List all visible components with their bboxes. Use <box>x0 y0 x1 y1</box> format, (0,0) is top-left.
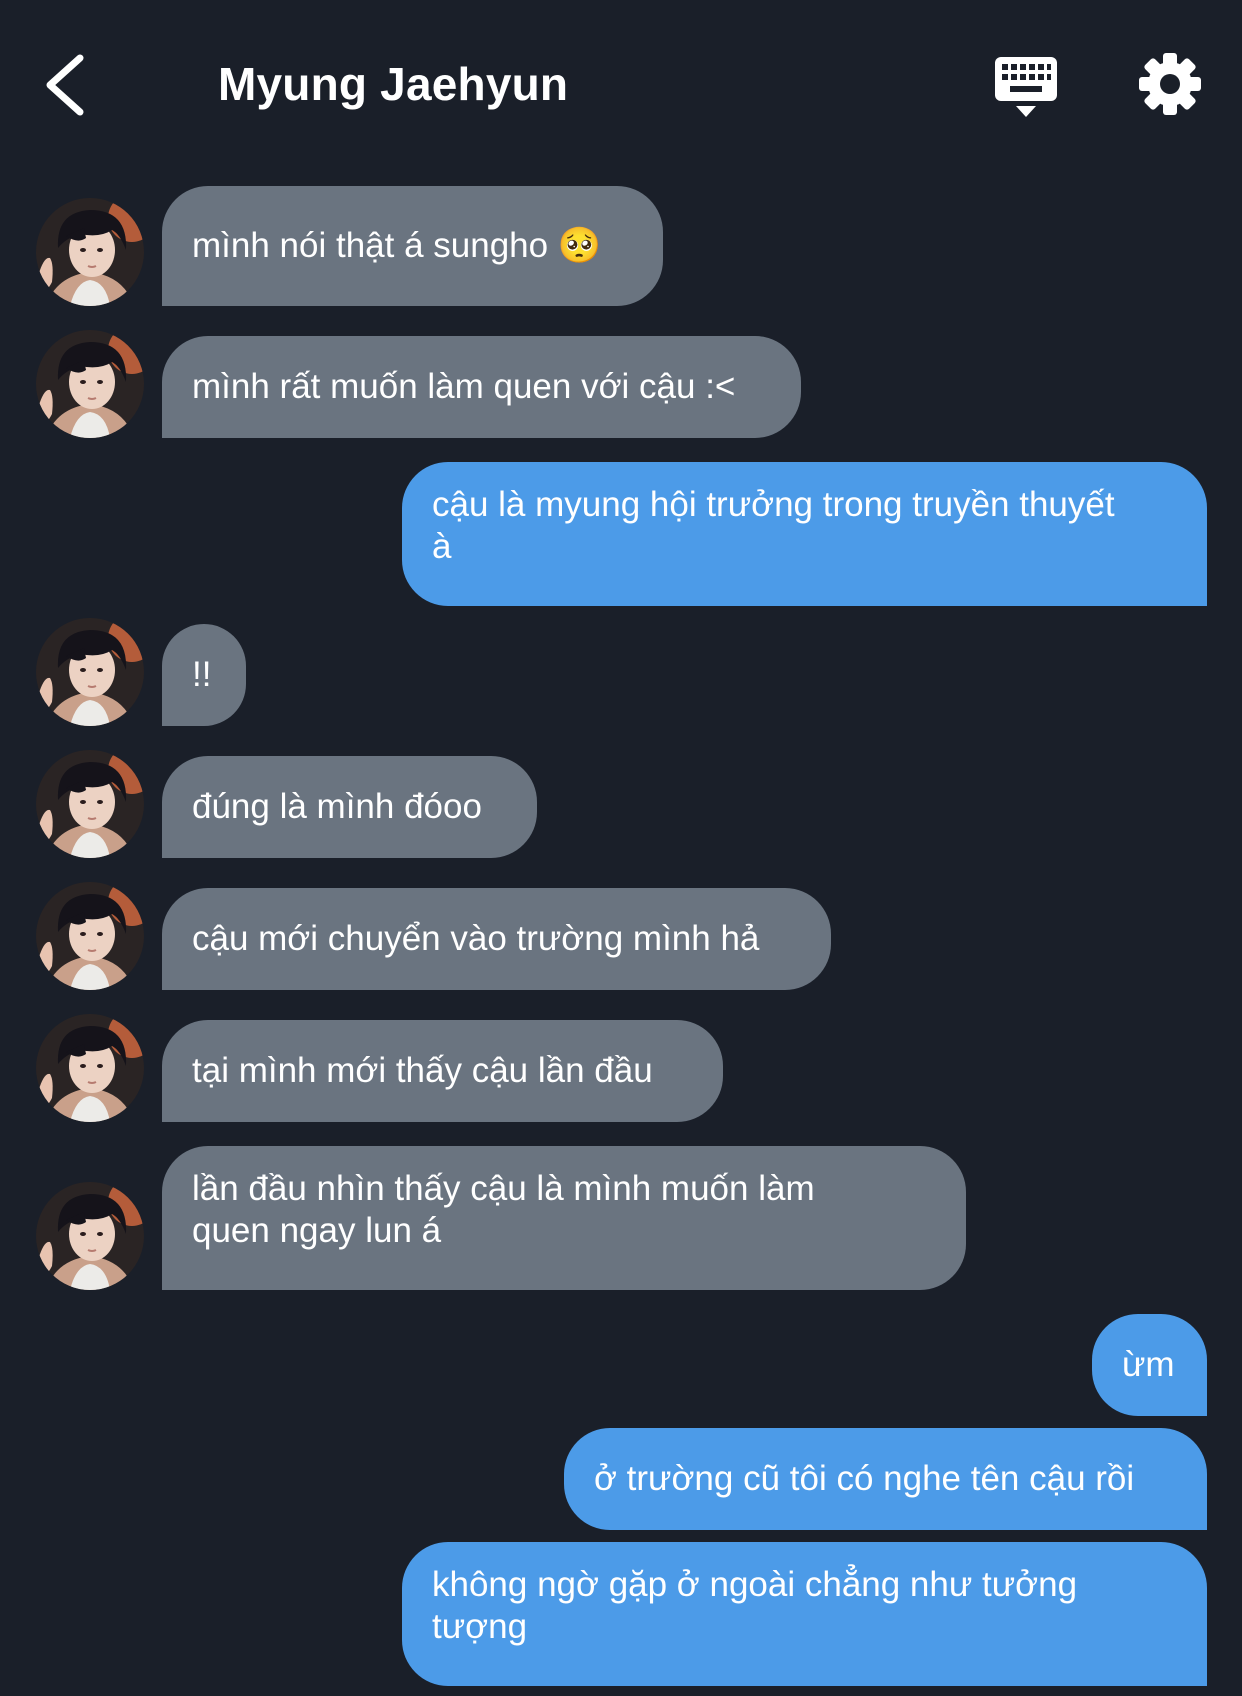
avatar[interactable] <box>36 330 144 438</box>
message-text-line: lần đầu nhìn thấy cậu là mình muốn làm <box>192 1169 815 1208</box>
message-text: ừm <box>1122 1345 1175 1384</box>
message-bubble-outgoing[interactable]: ở trường cũ tôi có nghe tên cậu rồi <box>564 1428 1207 1530</box>
chat-title: Myung Jaehyun <box>218 58 569 110</box>
settings-button[interactable] <box>1138 52 1202 116</box>
avatar[interactable] <box>36 618 144 726</box>
gear-icon <box>1139 53 1201 115</box>
message-bubble-outgoing[interactable]: cậu là myung hội trưởng trong truyền thu… <box>402 462 1207 606</box>
message-bubble-incoming[interactable]: mình rất muốn làm quen với cậu :< <box>162 336 801 438</box>
message-text-line: tượng <box>432 1607 528 1646</box>
message-bubble-incoming[interactable]: mình nói thật á sungho 🥺 <box>162 186 663 306</box>
message-text: cậu mới chuyển vào trường mình hả <box>192 919 760 958</box>
keyboard-toggle-button[interactable] <box>992 54 1066 120</box>
message-text: đúng là mình đóoo <box>192 787 482 826</box>
message-text: !! <box>192 655 212 694</box>
avatar[interactable] <box>36 198 144 306</box>
message-text: mình rất muốn làm quen với cậu :< <box>192 367 736 406</box>
chevron-left-icon <box>46 54 84 116</box>
message-text: mình nói thật á sungho 🥺 <box>192 226 602 265</box>
message-bubble-incoming[interactable]: đúng là mình đóoo <box>162 756 537 858</box>
avatar[interactable] <box>36 1014 144 1122</box>
keyboard-hide-icon <box>995 57 1057 117</box>
message-text-line: không ngờ gặp ở ngoài chẳng như tưởng <box>432 1565 1078 1604</box>
avatar[interactable] <box>36 1182 144 1290</box>
message-bubble-incoming[interactable]: tại mình mới thấy cậu lần đầu <box>162 1020 723 1122</box>
message-text-line: à <box>432 527 452 566</box>
message-bubble-incoming[interactable]: lần đầu nhìn thấy cậu là mình muốn làm q… <box>162 1146 966 1290</box>
chat-header: Myung Jaehyun <box>0 0 1242 170</box>
message-bubble-incoming[interactable]: !! <box>162 624 246 726</box>
message-bubble-outgoing[interactable]: không ngờ gặp ở ngoài chẳng như tưởng tư… <box>402 1542 1207 1686</box>
message-bubble-outgoing[interactable]: ừm <box>1092 1314 1207 1416</box>
avatar[interactable] <box>36 750 144 858</box>
message-text: ở trường cũ tôi có nghe tên cậu rồi <box>594 1459 1135 1498</box>
message-bubble-incoming[interactable]: cậu mới chuyển vào trường mình hả <box>162 888 831 990</box>
message-text-line: quen ngay lun á <box>192 1211 442 1250</box>
avatar[interactable] <box>36 882 144 990</box>
message-text-line: cậu là myung hội trưởng trong truyền thu… <box>432 485 1115 524</box>
back-button[interactable] <box>40 50 100 120</box>
message-text: tại mình mới thấy cậu lần đầu <box>192 1051 653 1090</box>
